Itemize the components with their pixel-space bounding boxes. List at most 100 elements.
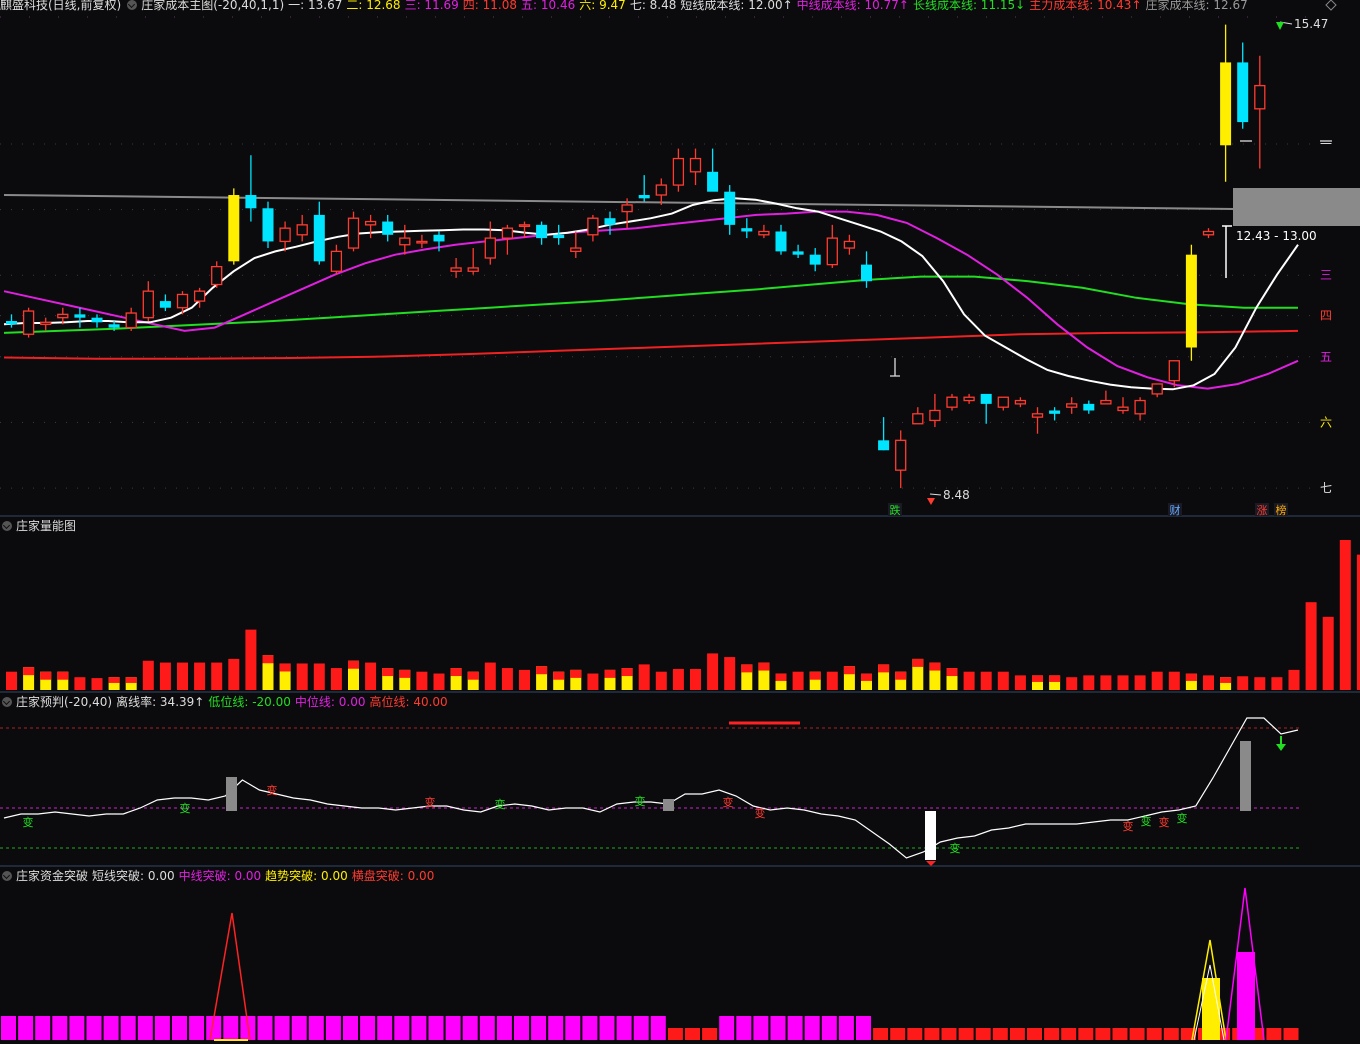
candle-body <box>40 321 52 325</box>
candle-body <box>228 195 240 262</box>
candle-body <box>655 184 667 196</box>
candle-body <box>758 230 770 236</box>
candle-body <box>262 208 274 242</box>
fund-bar <box>1095 1028 1111 1040</box>
candle-body <box>518 224 531 227</box>
signal-label: 变 <box>755 806 766 820</box>
fund-bar <box>1078 1028 1094 1040</box>
indicator-menu-icon[interactable] <box>127 0 138 10</box>
prediction-indicator-name[interactable]: 庄家预判(-20,40) <box>16 695 112 709</box>
candle-body <box>57 313 69 319</box>
volume-panel-header: 庄家量能图 <box>0 518 80 534</box>
volume-bar-cap <box>929 662 941 671</box>
candle <box>587 214 599 242</box>
high-price-label: 15.47 <box>1294 17 1328 31</box>
candle-body <box>980 393 992 404</box>
dealer-cost-line <box>3 194 1236 210</box>
main-legend-item: 三: 11.69 <box>404 0 459 12</box>
candle <box>724 185 736 235</box>
indicator-menu-icon[interactable] <box>2 696 12 707</box>
volume-bar <box>91 678 103 690</box>
main-indicator-name[interactable]: 庄家成本主图(-20,40,1,1) <box>141 0 284 12</box>
fund-bar <box>685 1028 700 1040</box>
candle-body <box>741 228 753 232</box>
volume-bar <box>313 663 325 690</box>
fund-bar <box>975 1028 991 1040</box>
indicator-menu-icon[interactable] <box>2 870 12 881</box>
candle-body <box>689 157 702 173</box>
signal-label: 变 <box>425 795 436 809</box>
fund-bar <box>35 1016 51 1040</box>
candle <box>553 224 565 245</box>
volume-bar-cap <box>878 664 890 673</box>
candle-body <box>861 264 872 282</box>
fund-bar <box>890 1028 906 1040</box>
fund-bar <box>52 1016 68 1040</box>
short-break-value: 短线突破: 0.00 <box>92 869 175 883</box>
candle-body <box>382 221 394 235</box>
candle <box>758 224 770 239</box>
fund-indicator-name[interactable]: 庄家资金突破 <box>16 869 88 883</box>
main-chart-header: 麒盛科技(日线,前复权) 庄家成本主图(-20,40,1,1) 一: 13.67 二:… <box>0 0 1256 13</box>
candle-body <box>878 440 890 451</box>
candle <box>707 148 719 192</box>
candle-body <box>313 214 325 262</box>
fund-bar <box>1283 1028 1299 1040</box>
candle <box>672 148 685 192</box>
trend-break-value: 趋势突破: 0.00 <box>265 869 348 883</box>
candle <box>1100 390 1112 405</box>
candle-body <box>946 396 958 408</box>
candle <box>467 248 479 275</box>
candle <box>1185 244 1197 361</box>
candle <box>1014 397 1027 408</box>
candle-body <box>1066 403 1078 408</box>
volume-bar <box>980 671 992 690</box>
fund-bar <box>582 1016 598 1040</box>
deviation-value: 离线率: 34.39↑ <box>116 695 205 709</box>
marker-label: 涨 <box>1257 504 1268 517</box>
stock-title[interactable]: 麒盛科技(日线,前复权) <box>0 0 121 12</box>
fund-bar <box>18 1016 34 1040</box>
volume-bar <box>177 662 188 690</box>
volume-bar <box>142 660 154 690</box>
candle <box>1151 383 1163 398</box>
fund-bar <box>770 1016 786 1040</box>
candle <box>1220 24 1232 182</box>
fund-bar <box>308 1016 324 1040</box>
fund-bar <box>838 1016 854 1040</box>
indicator-menu-icon[interactable] <box>2 520 12 531</box>
volume-bar <box>724 657 736 690</box>
volume-bar <box>587 673 599 690</box>
candle-body <box>707 171 719 192</box>
fund-bar <box>137 1016 153 1040</box>
candle <box>861 251 872 288</box>
fund-bar <box>633 1016 649 1040</box>
volume-bar-cap <box>279 663 291 672</box>
signal-label: 变 <box>1177 811 1188 825</box>
candle <box>826 224 838 268</box>
candle-body <box>108 324 120 328</box>
chart-canvas[interactable]: 一二三四五六七12.43 - 13.0015.478.48跌财涨榜变变变变变变变… <box>0 0 1360 1044</box>
volume-bar <box>826 671 838 690</box>
volume-bar <box>1339 540 1351 690</box>
candle-body <box>826 237 838 266</box>
candle <box>1237 42 1249 129</box>
volume-bar <box>707 653 719 690</box>
fund-bar <box>650 1016 666 1040</box>
candle <box>399 224 411 255</box>
candle-body <box>1014 399 1027 405</box>
signal-label: 变 <box>23 815 34 829</box>
candle-body <box>1117 406 1129 412</box>
candle <box>159 294 171 312</box>
candle-body <box>843 240 856 249</box>
volume-bar-cap <box>57 671 69 680</box>
volume-indicator-name[interactable]: 庄家量能图 <box>16 519 76 533</box>
candle-body <box>775 231 787 252</box>
candle <box>980 393 992 424</box>
prediction-line <box>3 717 1299 859</box>
fund-bar <box>360 1016 376 1040</box>
candle <box>518 221 531 239</box>
candle-body <box>587 217 599 236</box>
signal-label: 变 <box>635 794 646 808</box>
fund-bar <box>907 1028 923 1040</box>
